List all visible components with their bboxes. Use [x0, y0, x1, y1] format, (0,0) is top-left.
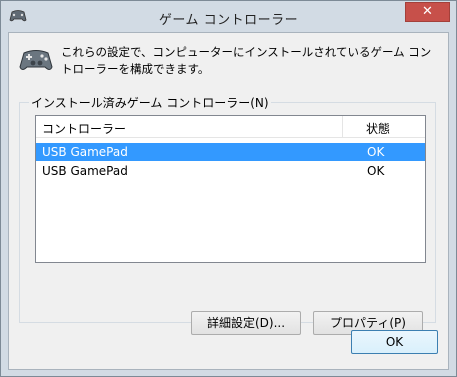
table-row[interactable]: USB GamePad OK [36, 162, 425, 180]
table-row[interactable]: USB GamePad OK [36, 143, 425, 161]
controller-status: OK [367, 164, 385, 178]
column-divider[interactable] [342, 116, 343, 138]
gamepad-icon [19, 50, 53, 70]
ok-button[interactable]: OK [351, 330, 438, 354]
controller-status: OK [367, 145, 385, 159]
group-label: インストール済みゲーム コントローラー(N) [29, 94, 271, 111]
title-bar[interactable]: ゲーム コントローラー ✕ [1, 1, 456, 32]
window-title: ゲーム コントローラー [158, 13, 299, 28]
controller-name: USB GamePad [42, 145, 128, 159]
controller-list[interactable]: コントローラー 状態 USB GamePad OK USB GamePad OK [35, 115, 426, 263]
column-header-status[interactable]: 状態 [366, 120, 390, 137]
column-header-controller[interactable]: コントローラー [42, 120, 126, 137]
description-text: これらの設定で、コンピューターにインストールされているゲーム コントローラーを構… [61, 45, 432, 76]
dialog-window: ゲーム コントローラー ✕ これらの設定で、コンピューターにインストールされてい… [0, 0, 457, 377]
installed-controllers-group: インストール済みゲーム コントローラー(N) コントローラー 状態 USB Ga… [19, 94, 436, 335]
close-button[interactable]: ✕ [405, 2, 450, 22]
list-header: コントローラー 状態 [36, 116, 425, 138]
dialog-content: これらの設定で、コンピューターにインストールされているゲーム コントローラーを構… [8, 32, 449, 370]
advanced-settings-button[interactable]: 詳細設定(D)... [191, 311, 301, 335]
controller-name: USB GamePad [42, 164, 128, 178]
